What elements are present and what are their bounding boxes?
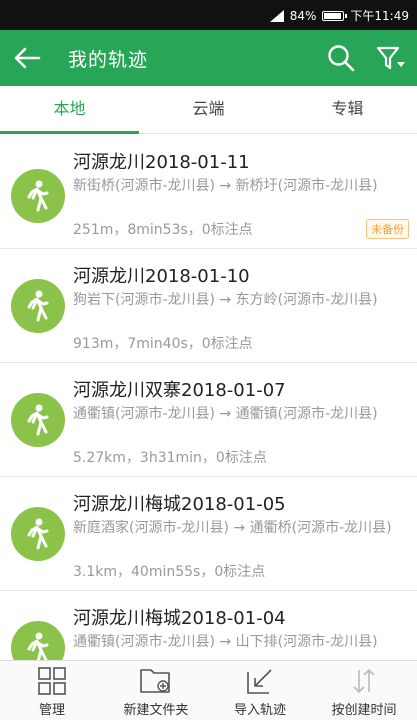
walking-icon [11, 393, 65, 447]
bottom-toolbar: 管理 新建文件夹 导入轨迹 按创建时间 [0, 660, 417, 720]
track-route: 新街桥(河源市-龙川县) → 新桥圩(河源市-龙川县) [73, 178, 378, 194]
track-title: 河源龙川2018-01-11 [73, 152, 250, 173]
track-item[interactable]: 河源龙川2018-01-11 新街桥(河源市-龙川县) → 新桥圩(河源市-龙川… [0, 135, 417, 249]
track-stats: 913m，7min40s，0标注点 [73, 336, 253, 352]
battery-icon [322, 10, 348, 21]
track-route: 通衢镇(河源市-龙川县) → 通衢镇(河源市-龙川县) [73, 406, 378, 422]
search-icon[interactable] [326, 43, 356, 73]
sort-label: 按创建时间 [331, 703, 397, 718]
walking-icon [11, 169, 65, 223]
track-stats: 251m，8min53s，0标注点 [73, 222, 253, 238]
new-folder-button[interactable]: 新建文件夹 [104, 661, 208, 720]
walking-icon [11, 507, 65, 561]
tab-album[interactable]: 专辑 [278, 86, 417, 133]
grid-icon [38, 667, 66, 695]
walking-icon [11, 279, 65, 333]
not-backed-up-badge: 未备份 [366, 219, 409, 239]
sort-icon [353, 668, 375, 694]
track-title: 河源龙川梅城2018-01-05 [73, 494, 286, 515]
track-item[interactable]: 河源龙川2018-01-10 狗岩下(河源市-龙川县) → 东方岭(河源市-龙川… [0, 249, 417, 363]
clock: 下午11:49 [350, 9, 409, 23]
sort-by-created-button[interactable]: 按创建时间 [312, 661, 416, 720]
walking-icon [11, 621, 65, 660]
track-route: 新庭酒家(河源市-龙川县) → 通衢桥(河源市-龙川县) [73, 520, 392, 536]
import-track-button[interactable]: 导入轨迹 [208, 661, 312, 720]
manage-button[interactable]: 管理 [0, 661, 104, 720]
tab-bar: 本地 云端 专辑 [0, 86, 417, 134]
manage-label: 管理 [38, 703, 65, 718]
track-route: 狗岩下(河源市-龙川县) → 东方岭(河源市-龙川县) [73, 292, 378, 308]
track-list: 河源龙川2018-01-11 新街桥(河源市-龙川县) → 新桥圩(河源市-龙川… [0, 135, 417, 660]
track-title: 河源龙川双寨2018-01-07 [73, 380, 286, 401]
track-item[interactable]: 河源龙川双寨2018-01-07 通衢镇(河源市-龙川县) → 通衢镇(河源市-… [0, 363, 417, 477]
track-stats: 5.27km，3h31min，0标注点 [73, 450, 267, 466]
filter-icon[interactable] [374, 43, 406, 73]
track-title: 河源龙川2018-01-10 [73, 266, 250, 287]
signal-icon [269, 9, 284, 22]
back-arrow-icon[interactable] [12, 44, 42, 72]
track-title: 河源龙川梅城2018-01-04 [73, 608, 286, 629]
new-folder-label: 新建文件夹 [123, 703, 189, 718]
tab-cloud[interactable]: 云端 [139, 86, 278, 133]
tab-local[interactable]: 本地 [0, 86, 139, 134]
import-track-label: 导入轨迹 [233, 703, 286, 718]
track-item[interactable]: 河源龙川梅城2018-01-04 通衢镇(河源市-龙川县) → 山下排(河源市-… [0, 591, 417, 660]
import-icon [247, 669, 272, 694]
track-route: 通衢镇(河源市-龙川县) → 山下排(河源市-龙川县) [73, 634, 378, 650]
track-item[interactable]: 河源龙川梅城2018-01-05 新庭酒家(河源市-龙川县) → 通衢桥(河源市… [0, 477, 417, 591]
battery-percent: 84% [289, 8, 317, 23]
track-stats: 3.1km，40min55s，0标注点 [73, 564, 266, 580]
app-bar: 我的轨迹 [0, 30, 417, 86]
status-bar: 84% 下午11:49 [0, 0, 417, 30]
page-title: 我的轨迹 [68, 49, 149, 71]
new-folder-icon [140, 669, 170, 693]
